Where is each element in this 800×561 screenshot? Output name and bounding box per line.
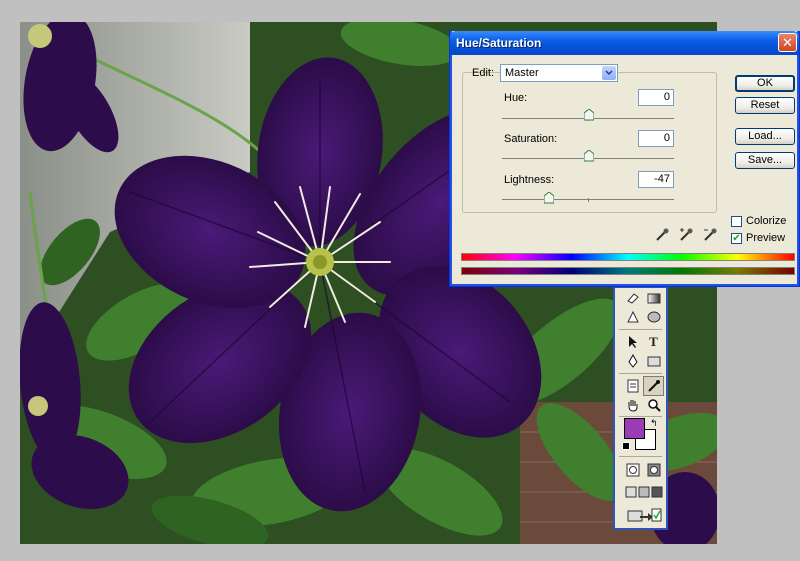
standard-mode-icon[interactable]	[622, 460, 643, 480]
zoom-icon[interactable]	[643, 395, 664, 415]
eyedropper-minus-icon[interactable]	[702, 227, 718, 243]
pen-icon[interactable]	[622, 351, 643, 371]
dialog-title: Hue/Saturation	[456, 36, 542, 50]
checkmark-icon: ✔	[732, 232, 741, 244]
saturation-input[interactable]: 0	[638, 130, 674, 147]
foreground-color-swatch[interactable]	[624, 418, 645, 439]
hue-input[interactable]: 0	[638, 89, 674, 106]
dialog-title-bar[interactable]: Hue/Saturation ✕	[450, 31, 799, 55]
screen-mode-icon[interactable]	[622, 482, 665, 502]
hue-label: Hue:	[504, 92, 528, 104]
preview-checkbox[interactable]: ✔	[731, 232, 742, 244]
load-button[interactable]: Load...	[735, 128, 795, 145]
colorize-option[interactable]: Colorize	[731, 215, 786, 227]
eyedropper-icon[interactable]	[643, 376, 664, 396]
lightness-slider-tick	[588, 198, 589, 202]
toolbox-divider	[619, 329, 662, 330]
path-selection-icon[interactable]	[622, 332, 643, 352]
colorize-checkbox[interactable]	[731, 215, 742, 227]
lightness-label: Lightness:	[504, 174, 555, 186]
edit-channel-select[interactable]: Master	[500, 64, 618, 82]
saturation-label: Saturation:	[504, 133, 558, 145]
gradient-icon[interactable]	[643, 288, 664, 308]
ok-button[interactable]: OK	[735, 75, 795, 92]
swap-colors-icon[interactable]: ↰	[650, 418, 658, 429]
sponge-icon[interactable]	[643, 307, 664, 327]
eyedropper-plus-icon[interactable]	[678, 227, 694, 243]
input-color-spectrum-bar	[461, 253, 795, 261]
type-icon[interactable]: T	[643, 332, 664, 352]
preview-label: Preview	[746, 232, 786, 244]
hue-saturation-dialog: Hue/Saturation ✕ Edit: Master Hue: 0 Sat…	[449, 31, 800, 287]
eraser-icon[interactable]	[622, 288, 643, 308]
preview-option[interactable]: ✔ Preview	[731, 232, 785, 244]
hand-icon[interactable]	[622, 395, 643, 415]
output-color-spectrum-bar	[461, 267, 795, 275]
rectangle-icon[interactable]	[643, 351, 664, 371]
close-button[interactable]: ✕	[778, 33, 797, 52]
toolbox-divider	[619, 373, 662, 374]
save-button[interactable]: Save...	[735, 152, 795, 169]
edit-label: Edit:	[472, 67, 495, 79]
adjustment-group	[462, 72, 717, 213]
saturation-slider-thumb[interactable]	[583, 149, 595, 162]
hue-slider-thumb[interactable]	[583, 108, 595, 121]
toolbox-divider	[619, 416, 662, 417]
chevron-down-icon[interactable]	[602, 66, 616, 80]
eyedropper-icon[interactable]	[654, 227, 670, 243]
lightness-slider-thumb[interactable]	[543, 191, 555, 204]
jump-to-imageready-icon[interactable]	[622, 505, 665, 525]
colorize-label: Colorize	[746, 215, 787, 227]
tools-palette: T ↰	[613, 286, 668, 530]
edit-channel-value: Master	[505, 67, 539, 79]
default-colors-icon[interactable]	[622, 442, 630, 450]
quick-mask-icon[interactable]	[643, 460, 664, 480]
reset-button[interactable]: Reset	[735, 97, 795, 114]
toolbox-divider	[619, 456, 662, 457]
notes-icon[interactable]	[622, 376, 643, 396]
lightness-input[interactable]: -47	[638, 171, 674, 188]
blur-icon[interactable]	[622, 307, 643, 327]
close-icon: ✕	[782, 35, 793, 50]
